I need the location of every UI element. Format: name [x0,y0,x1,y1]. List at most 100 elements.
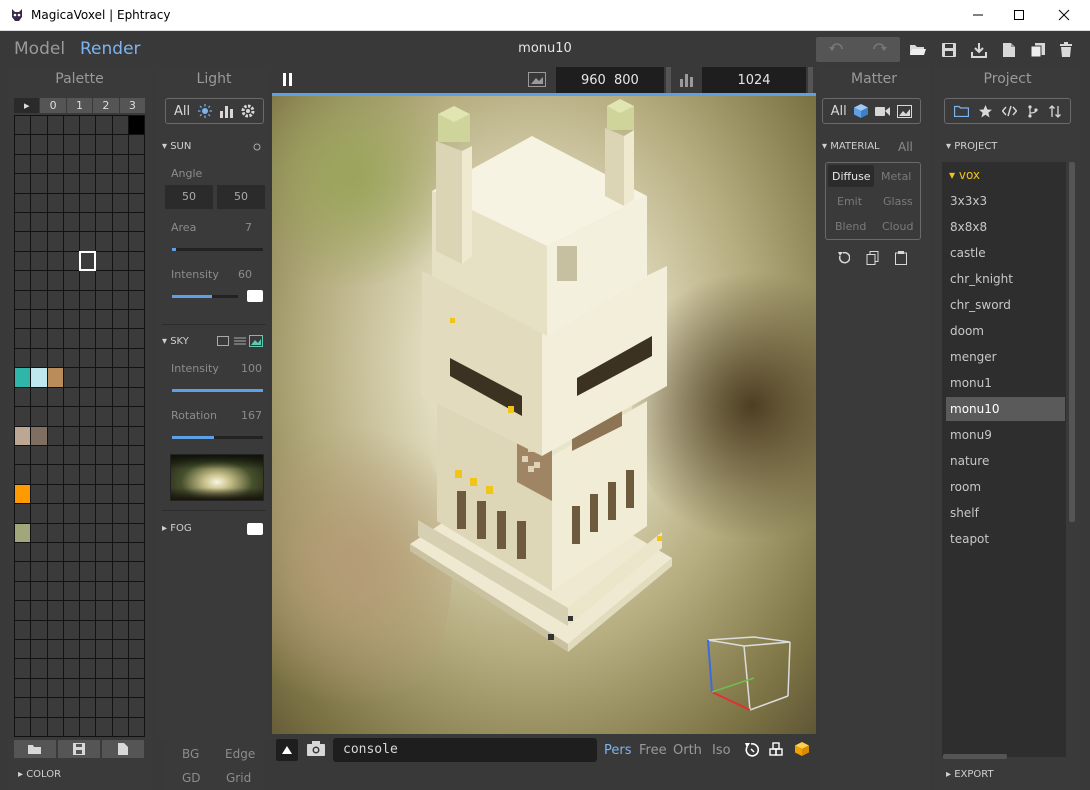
palette-swatch[interactable] [31,213,47,232]
palette-swatch[interactable] [128,445,144,465]
palette-swatch[interactable] [96,639,112,659]
sun-color-swatch[interactable] [247,290,263,302]
palette-swatch[interactable] [128,387,144,407]
palette-swatch[interactable] [31,698,47,717]
palette-swatch[interactable] [15,310,31,329]
palette-swatch[interactable] [31,678,47,698]
palette-swatch[interactable] [47,465,63,484]
palette-swatch[interactable] [112,387,128,407]
palette-open-button[interactable] [14,740,56,758]
sun-toggle-icon[interactable] [253,143,261,151]
palette-swatch[interactable] [112,601,128,620]
palette-swatch[interactable] [96,329,112,348]
palette-swatch[interactable] [47,620,63,639]
project-file-item[interactable]: monu10 [950,402,1000,416]
palette-swatch[interactable] [80,581,96,601]
palette-swatch[interactable] [112,310,128,329]
palette-swatch[interactable] [63,504,79,523]
view-mode-iso[interactable]: Iso [712,743,731,758]
palette-swatch[interactable] [96,620,112,639]
palette-swatch[interactable] [80,116,96,135]
palette-swatch[interactable] [15,135,31,154]
palette-swatch[interactable] [63,329,79,348]
palette-swatch[interactable] [96,698,112,717]
color-section[interactable]: ▸ COLOR [18,769,61,780]
palette-swatch[interactable] [112,698,128,717]
palette-swatch[interactable] [15,116,31,135]
edge-toggle[interactable]: Edge [225,747,255,761]
palette-swatch[interactable] [47,717,63,736]
palette-swatch[interactable] [80,445,96,465]
frame-icon[interactable] [769,742,784,757]
palette-swatch[interactable] [128,329,144,348]
palette-swatch[interactable] [47,445,63,465]
copy-material-icon[interactable] [866,251,879,265]
matter-tab-all[interactable]: All [831,104,847,119]
palette-swatch[interactable] [128,465,144,484]
material-diffuse[interactable]: Diffuse [832,170,871,183]
project-file-item[interactable]: monu9 [950,428,992,442]
palette-swatch[interactable] [128,232,144,251]
palette-swatch[interactable] [47,310,63,329]
project-list-hscrollbar[interactable] [943,754,1007,759]
palette-swatch[interactable] [47,193,63,213]
material-blend[interactable]: Blend [835,220,866,233]
palette-swatch[interactable] [47,678,63,698]
palette-swatch[interactable] [112,639,128,659]
palette-swatch[interactable] [96,290,112,310]
palette-swatch[interactable] [63,639,79,659]
palette-swatch[interactable] [128,368,144,387]
palette-swatch[interactable] [63,348,79,368]
palette-swatch[interactable] [112,232,128,251]
palette-swatch[interactable] [63,717,79,736]
palette-swatch[interactable] [47,174,63,193]
palette-swatch[interactable] [80,717,96,736]
palette-swatch[interactable] [15,271,31,290]
palette-swatch[interactable] [128,290,144,310]
palette-swatch[interactable] [63,174,79,193]
grid-toggle[interactable]: Grid [226,771,251,785]
palette-grid[interactable] [14,115,145,737]
palette-swatch[interactable] [47,659,63,678]
palette-swatch[interactable] [112,717,128,736]
sun-section[interactable]: ▾ SUN [162,141,191,152]
palette-swatch[interactable] [15,193,31,213]
palette-swatch[interactable] [63,135,79,154]
sky-intensity-slider[interactable] [172,389,263,392]
sun-angle-1[interactable]: 50 [165,185,213,209]
undo-icon[interactable] [828,42,846,56]
sun-icon[interactable] [198,104,213,118]
palette-swatch[interactable] [47,329,63,348]
palette-swatch[interactable] [47,407,63,426]
material-glass[interactable]: Glass [883,195,913,208]
palette-swatch[interactable] [63,698,79,717]
folder-tab-icon[interactable] [954,105,969,117]
palette-swatch[interactable] [112,407,128,426]
palette-swatch[interactable] [15,154,31,174]
palette-swatch[interactable] [31,426,47,445]
fog-section[interactable]: ▸ FOG [162,523,192,534]
export-button[interactable] [965,37,993,62]
palette-swatch[interactable] [96,116,112,135]
palette-swatch[interactable] [96,504,112,523]
open-button[interactable] [904,37,932,62]
palette-swatch[interactable] [112,659,128,678]
sky-wave-icon[interactable] [234,336,246,346]
palette-swatch[interactable] [112,251,128,271]
view-mode-orth[interactable]: Orth [673,743,702,758]
palette-swatch[interactable] [80,562,96,581]
palette-swatch[interactable] [112,116,128,135]
image-width[interactable]: 960 [581,73,606,88]
palette-swatch[interactable] [80,271,96,290]
palette-swatch[interactable] [15,232,31,251]
palette-swatch[interactable] [63,484,79,504]
image-size-field[interactable]: 960 800 [556,67,664,93]
palette-tab-1[interactable]: 1 [66,98,93,113]
palette-swatch[interactable] [15,348,31,368]
palette-swatch[interactable] [112,348,128,368]
palette-swatch[interactable] [31,445,47,465]
project-file-item[interactable]: chr_knight [950,272,1013,286]
palette-swatch[interactable] [31,154,47,174]
palette-swatch[interactable] [128,639,144,659]
project-file-item[interactable]: room [950,480,981,494]
